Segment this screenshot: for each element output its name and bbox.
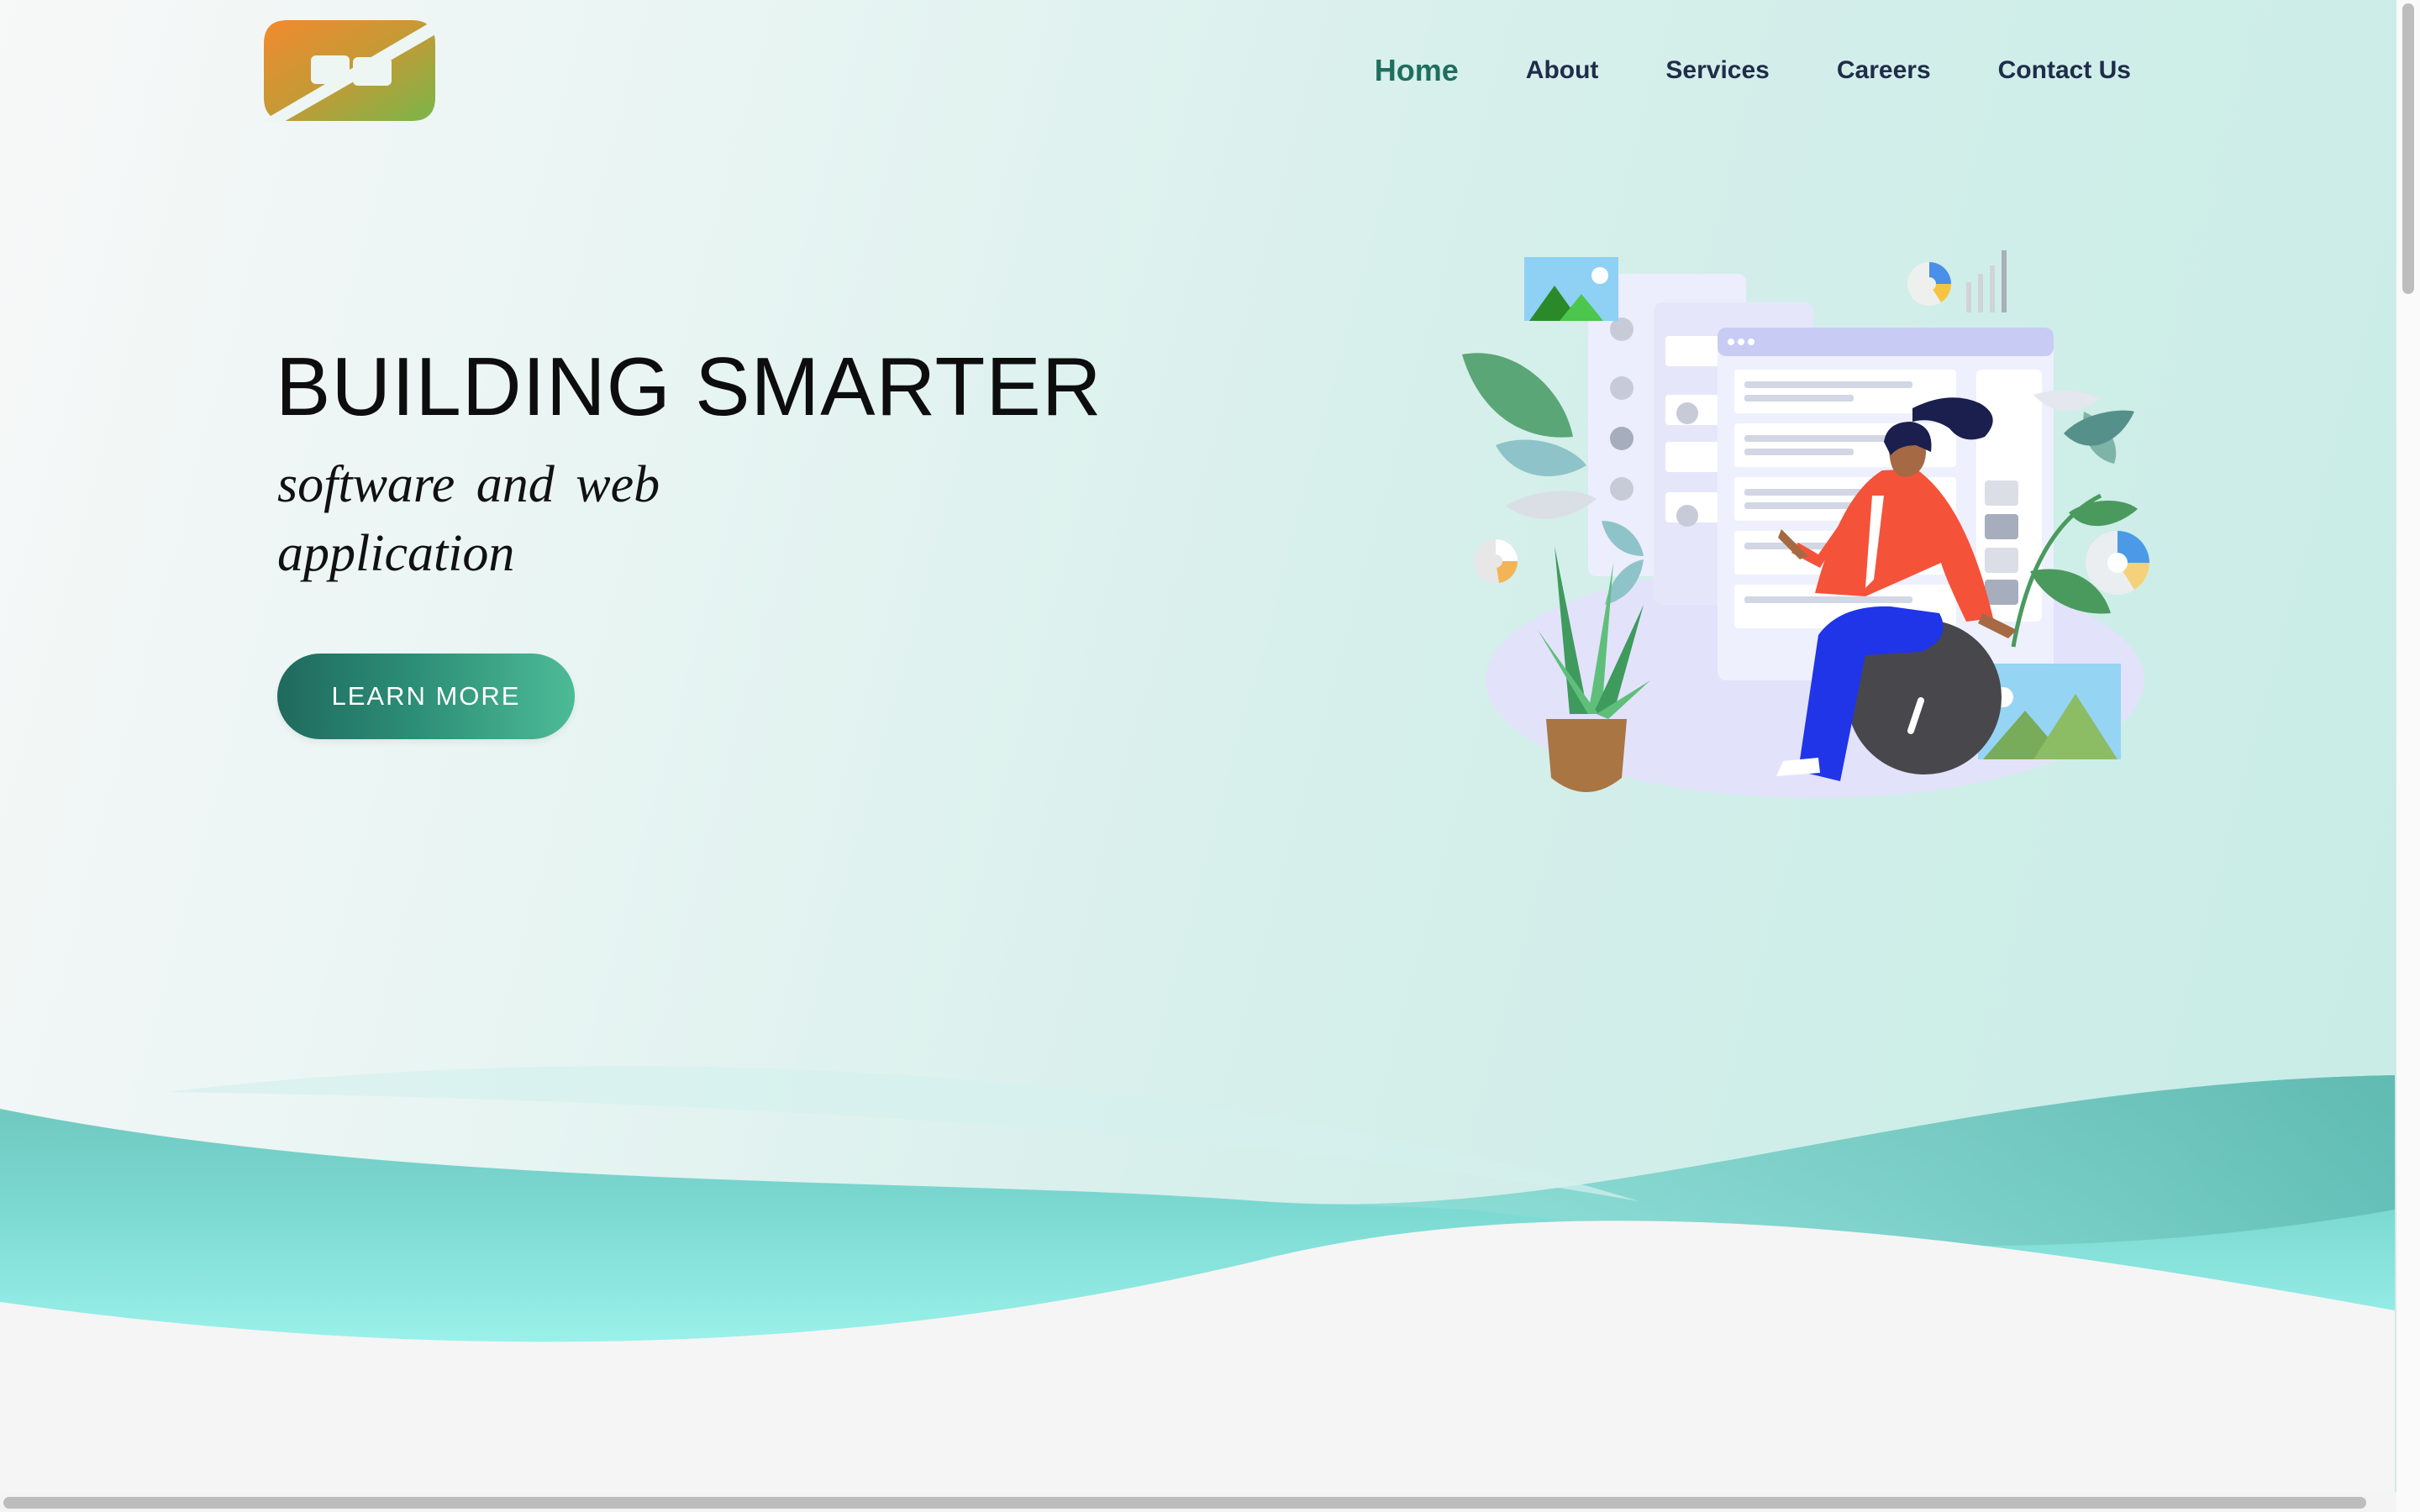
nav-home[interactable]: Home [1375, 50, 1459, 91]
logo-mark[interactable] [262, 18, 437, 123]
bar-chart-icon [1966, 250, 2007, 312]
hero-illustration [1462, 250, 2149, 798]
landing-page: Home About Services Careers Contact Us B… [0, 0, 2420, 1512]
horizontal-scrollbar[interactable] [0, 1492, 2396, 1512]
landscape-image-icon [1524, 257, 1618, 321]
horizontal-scrollbar-thumb[interactable] [3, 1497, 2366, 1509]
donut-chart-icon-right [2086, 531, 2149, 595]
nav-about[interactable]: About [1526, 50, 1599, 91]
learn-more-button[interactable]: LEARN MORE [277, 654, 575, 739]
hero-subtitle: software and web application [277, 456, 660, 582]
nav-contact-us[interactable]: Contact Us [1998, 50, 2131, 91]
nav-services[interactable]: Services [1665, 50, 1769, 91]
main-nav: Home About Services Careers Contact Us [1307, 50, 2131, 91]
pie-chart-icon [1907, 262, 1952, 306]
hero-title: BUILDING SMARTER [276, 340, 1102, 433]
vertical-scrollbar-thumb[interactable] [2402, 3, 2414, 294]
donut-chart-icon [1474, 539, 1518, 583]
vertical-scrollbar[interactable] [2396, 0, 2420, 1512]
wave-decoration [0, 1066, 2395, 1512]
nav-careers[interactable]: Careers [1837, 50, 1931, 91]
